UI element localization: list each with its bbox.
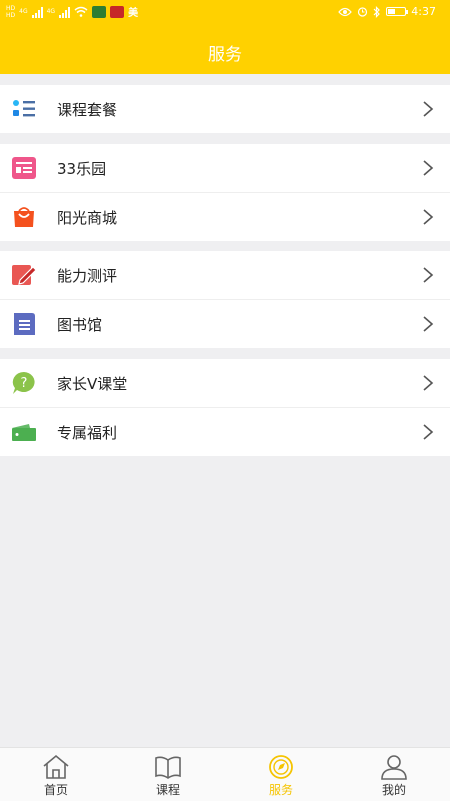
chevron-right-icon <box>423 424 434 440</box>
net-type-2: 4G <box>46 8 56 15</box>
chevron-right-icon <box>423 316 434 332</box>
compass-icon <box>269 755 293 779</box>
menu-item-assessment[interactable]: 能力测评 <box>0 251 450 299</box>
status-left: HD HD 4G 4G 美 <box>6 4 139 20</box>
chevron-right-icon <box>423 375 434 391</box>
menu-group-2: 33乐园 阳光商城 <box>0 144 450 241</box>
question-bubble-icon: ? <box>12 371 35 394</box>
menu-item-label: 阳光商城 <box>57 209 118 227</box>
document-icon <box>14 313 35 335</box>
eye-icon <box>338 7 353 16</box>
menu-item-label: 专属福利 <box>57 424 118 442</box>
app-notification-icon <box>92 5 107 18</box>
pencil-edit-icon <box>12 265 37 285</box>
bluetooth-icon <box>373 5 381 18</box>
menu-item-library[interactable]: 图书馆 <box>0 299 450 348</box>
tab-label: 我的 <box>381 783 406 797</box>
hd-badges: HD HD <box>6 5 15 19</box>
chevron-right-icon <box>423 101 434 117</box>
chevron-right-icon <box>423 160 434 176</box>
shopping-bag-icon <box>14 207 34 227</box>
book-icon <box>155 756 181 779</box>
tab-mine[interactable]: 我的 <box>338 748 450 801</box>
signal-2-icon <box>59 6 71 18</box>
svg-text:?: ? <box>21 376 28 391</box>
hd-badge-2: HD <box>6 11 16 19</box>
chevron-right-icon <box>423 267 434 283</box>
menu-item-label: 家长V课堂 <box>57 375 128 393</box>
page-title: 服务 <box>208 45 242 65</box>
net-type-1: 4G <box>19 8 28 15</box>
tab-label: 服务 <box>268 783 293 797</box>
menu-group-3: 能力测评 图书馆 <box>0 251 450 348</box>
park-icon <box>12 157 36 179</box>
battery-icon <box>386 7 409 16</box>
tab-service[interactable]: 服务 <box>225 748 337 801</box>
status-time: 4:37 <box>411 5 436 18</box>
app-notification-2-icon <box>110 5 125 18</box>
alarm-icon <box>358 7 368 17</box>
tab-label: 课程 <box>155 783 180 797</box>
tab-course[interactable]: 课程 <box>112 748 224 801</box>
app-header: HD HD 4G 4G 美 4:37 服务 <box>0 0 450 74</box>
ticket-icon <box>12 424 36 441</box>
menu-item-shop[interactable]: 阳光商城 <box>0 192 450 241</box>
bottom-tab-bar: 首页 课程 服务 我的 <box>0 747 450 801</box>
chevron-right-icon <box>423 209 434 225</box>
status-right: 4:37 <box>338 5 436 18</box>
menu-item-benefits[interactable]: 专属福利 <box>0 407 450 456</box>
menu-item-label: 课程套餐 <box>57 101 118 119</box>
signal-1-icon <box>31 6 43 18</box>
menu-group-4: ? 家长V课堂 专属福利 <box>0 359 450 456</box>
menu-item-parent-class[interactable]: ? 家长V课堂 <box>0 359 450 407</box>
wifi-icon <box>74 6 88 17</box>
hd-badge-1: HD <box>6 4 16 12</box>
menu-item-label: 33乐园 <box>57 160 107 178</box>
menu-group-1: 课程套餐 <box>0 85 450 133</box>
tab-home[interactable]: 首页 <box>0 748 112 801</box>
menu-item-park[interactable]: 33乐园 <box>0 144 450 192</box>
home-icon <box>43 754 69 779</box>
menu-item-label: 图书馆 <box>57 316 103 334</box>
course-package-icon <box>13 100 35 117</box>
tab-label: 首页 <box>43 783 68 797</box>
user-icon <box>381 755 407 780</box>
menu-item-label: 能力测评 <box>57 267 118 285</box>
meituan-badge: 美 <box>128 8 139 19</box>
status-bar: HD HD 4G 4G 美 4:37 <box>0 0 450 26</box>
menu-item-course-package[interactable]: 课程套餐 <box>0 85 450 133</box>
